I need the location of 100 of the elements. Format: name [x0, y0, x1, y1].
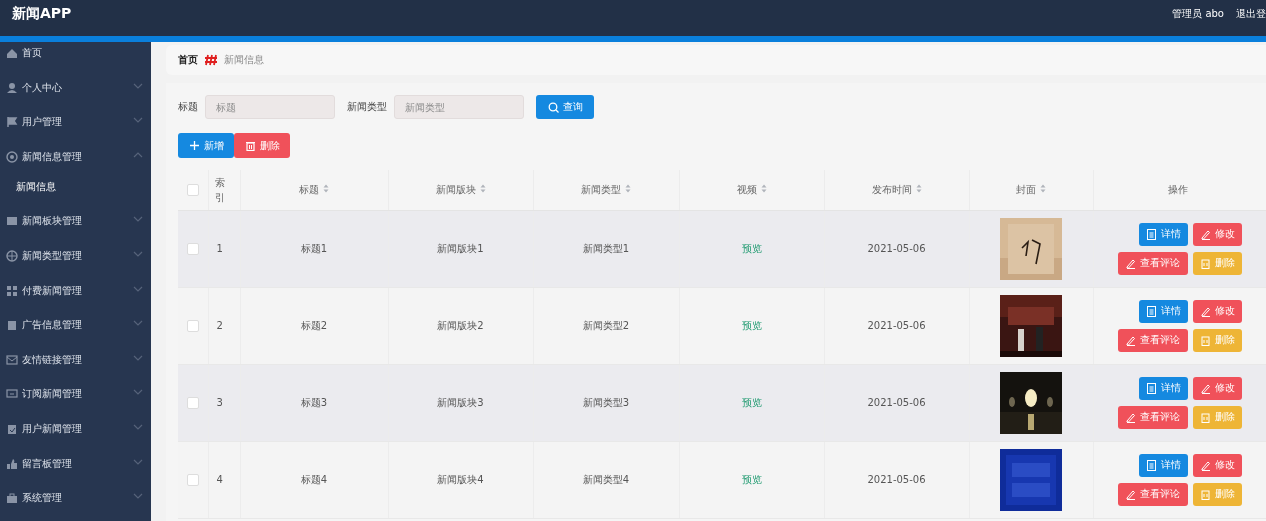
index-cell: 4 — [216, 474, 223, 485]
detail-button[interactable]: 详情 — [1138, 222, 1188, 246]
table-cell: 标题4 — [300, 473, 328, 485]
delete-button[interactable]: 删除 — [1192, 328, 1242, 352]
column-header[interactable]: 新闻版块 — [435, 183, 476, 195]
breadcrumb-item[interactable]: 首页 — [178, 53, 198, 67]
pencil-icon — [1199, 305, 1211, 317]
sidebar-item[interactable]: 个人中心 — [0, 80, 151, 116]
sidebar-item[interactable]: 留言板管理 — [0, 456, 151, 492]
sidebar-item[interactable]: 新闻类型管理 — [0, 248, 151, 284]
chat-icon — [6, 388, 18, 401]
search-button[interactable]: 查询 — [536, 95, 594, 119]
column-header: 索引 — [214, 175, 225, 205]
comments-button[interactable]: 查看评论 — [1117, 482, 1188, 506]
edit-button[interactable]: 修改 — [1192, 376, 1242, 400]
edit-button[interactable]: 修改 — [1192, 299, 1242, 323]
pencil-icon — [1125, 488, 1137, 500]
table-cell: 新闻版块1 — [437, 242, 484, 254]
preview-link[interactable]: 预览 — [741, 319, 762, 331]
breadcrumb-item: 新闻信息 — [224, 53, 264, 67]
detail-button[interactable]: 详情 — [1138, 376, 1188, 400]
sidebar-item[interactable]: 友情链接管理 — [0, 352, 151, 388]
field-label: 新闻类型 — [347, 100, 387, 114]
document-icon — [1145, 228, 1157, 240]
separator-icon — [204, 54, 218, 66]
column-header[interactable]: 标题 — [299, 183, 319, 195]
delete-button[interactable]: 删除 — [1192, 251, 1242, 275]
edit-button[interactable]: 修改 — [1192, 453, 1242, 477]
checkbox[interactable] — [186, 473, 199, 486]
delete-button[interactable]: 删除 — [234, 133, 290, 158]
sidebar-item[interactable]: 广告信息管理 — [0, 318, 151, 353]
sidebar-subitem[interactable]: 新闻信息 — [0, 180, 151, 215]
table-cell: 标题2 — [300, 319, 328, 331]
column-header: 操作 — [1167, 183, 1188, 195]
date-cell: 2021-05-06 — [867, 397, 926, 408]
briefcase-icon — [6, 492, 18, 505]
pencil-icon — [1199, 228, 1211, 240]
user-icon — [6, 81, 18, 94]
column-header[interactable]: 封面 — [1016, 183, 1036, 195]
add-button[interactable]: 新增 — [178, 133, 234, 158]
checkbox[interactable] — [186, 183, 199, 196]
thumb-icon — [6, 457, 18, 470]
table-cell: 标题3 — [300, 396, 328, 408]
comments-button[interactable]: 查看评论 — [1117, 405, 1188, 429]
table-cell: 新闻类型1 — [582, 242, 630, 254]
pencil-icon — [1199, 459, 1211, 471]
date-cell: 2021-05-06 — [867, 474, 926, 485]
index-cell: 1 — [216, 243, 223, 254]
field-label: 标题 — [178, 100, 198, 114]
date-cell: 2021-05-06 — [867, 320, 926, 331]
home-icon — [6, 47, 18, 59]
index-cell: 2 — [216, 320, 223, 331]
table-cell: 新闻类型3 — [582, 396, 630, 408]
trash-icon — [1199, 257, 1211, 269]
date-cell: 2021-05-06 — [867, 243, 926, 254]
edit-button[interactable]: 修改 — [1192, 222, 1242, 246]
preview-link[interactable]: 预览 — [741, 242, 762, 254]
checkbox[interactable] — [186, 242, 199, 255]
document-icon — [1145, 459, 1157, 471]
pencil-icon — [1125, 411, 1137, 423]
search-icon — [547, 101, 559, 113]
trash-icon — [1199, 411, 1211, 423]
user-label: 管理员 abo — [1172, 7, 1224, 21]
detail-button[interactable]: 详情 — [1138, 453, 1188, 477]
trash-icon — [1199, 488, 1211, 500]
pencil-icon — [1125, 257, 1137, 269]
sidebar-item[interactable]: 用户管理 — [0, 115, 151, 150]
table-cell: 新闻类型4 — [582, 473, 630, 485]
detail-button[interactable]: 详情 — [1138, 299, 1188, 323]
table-cell: 新闻版块3 — [437, 396, 484, 408]
preview-link[interactable]: 预览 — [741, 396, 762, 408]
column-header[interactable]: 发布时间 — [871, 183, 912, 195]
comments-button[interactable]: 查看评论 — [1117, 251, 1188, 275]
sidebar-item[interactable]: 订阅新闻管理 — [0, 387, 151, 422]
flag-icon — [6, 116, 18, 129]
sidebar-item[interactable]: 付费新闻管理 — [0, 283, 151, 319]
preview-link[interactable]: 预览 — [741, 473, 762, 485]
column-header[interactable]: 视频 — [736, 183, 757, 195]
pencil-icon — [1125, 334, 1137, 346]
checkbox[interactable] — [186, 396, 199, 409]
sidebar-item[interactable]: 新闻板块管理 — [0, 214, 151, 249]
trash-icon — [244, 140, 256, 151]
search-field[interactable]: 标题 — [205, 95, 335, 119]
document-icon — [1145, 382, 1157, 394]
logout-link[interactable]: 退出登 — [1236, 7, 1266, 21]
mail-icon — [6, 353, 18, 366]
pencil-icon — [1199, 382, 1211, 394]
sidebar-item[interactable]: 首页 — [0, 46, 151, 81]
index-cell: 3 — [216, 397, 223, 408]
delete-button[interactable]: 删除 — [1192, 405, 1242, 429]
table-cell: 新闻版块4 — [437, 473, 484, 485]
checkbox[interactable] — [186, 319, 199, 332]
sidebar-item[interactable]: 系统管理 — [0, 491, 151, 521]
delete-button[interactable]: 删除 — [1192, 482, 1242, 506]
app-title: 新闻APP — [11, 4, 72, 23]
search-field[interactable]: 新闻类型 — [394, 95, 524, 119]
table-cell: 标题1 — [300, 242, 328, 254]
column-header[interactable]: 新闻类型 — [581, 183, 621, 195]
sidebar-item[interactable]: 用户新闻管理 — [0, 421, 151, 457]
comments-button[interactable]: 查看评论 — [1117, 328, 1188, 352]
